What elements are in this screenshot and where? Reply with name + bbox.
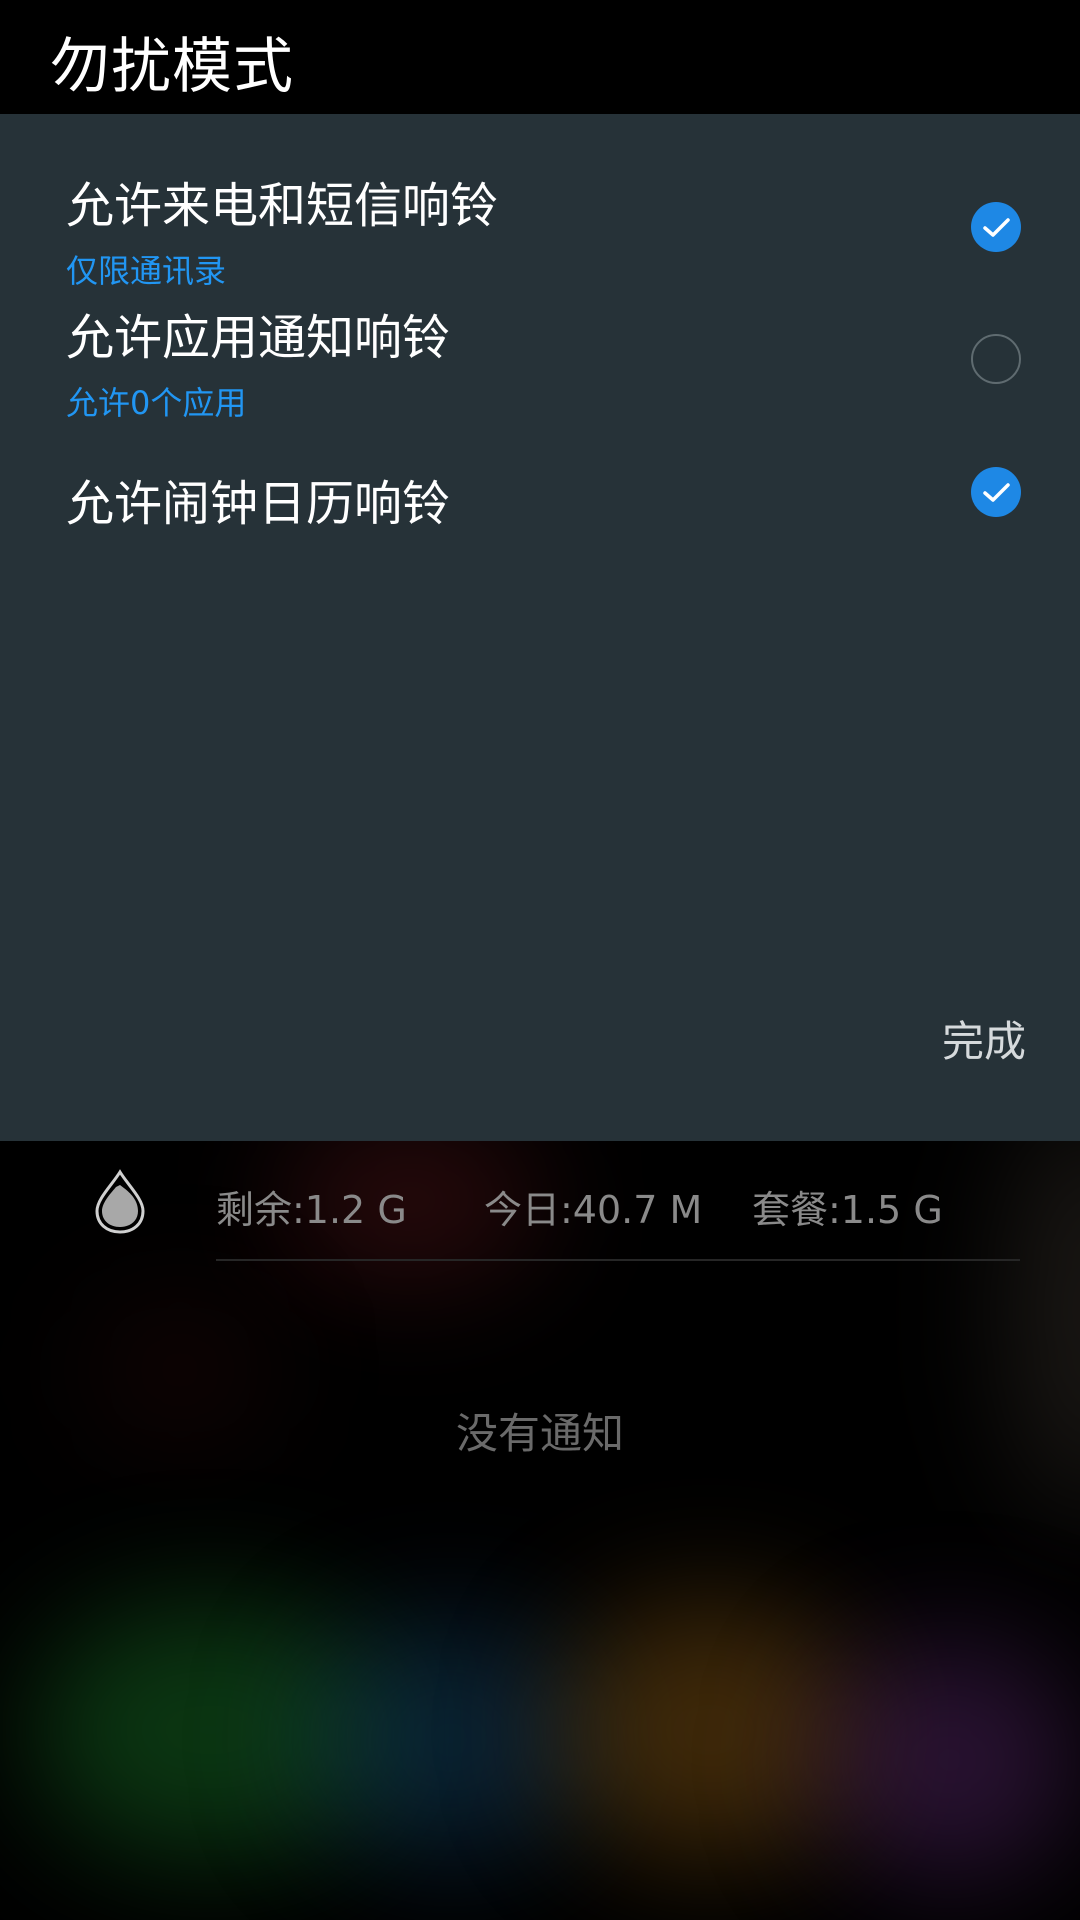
divider <box>216 1259 1020 1261</box>
do-not-disturb-panel: 允许来电和短信响铃 仅限通讯录 允许应用通知响铃 允许0个应用 允许闹钟日历响铃… <box>0 114 1080 1141</box>
no-notifications-text: 没有通知 <box>455 1409 624 1458</box>
background-bokeh <box>310 1620 590 1860</box>
data-remaining: 剩余:1.2 G <box>216 1188 407 1232</box>
title-bar: 勿扰模式 <box>0 0 1080 114</box>
data-plan: 套餐:1.5 G <box>752 1188 943 1232</box>
background-bokeh <box>820 1640 1080 1880</box>
option-app-notifications-subtitle[interactable]: 允许0个应用 <box>66 378 246 424</box>
done-button[interactable]: 完成 <box>942 1008 1026 1069</box>
option-calls-sms-title: 允许来电和短信响铃 <box>66 178 499 234</box>
option-app-notifications-checkbox[interactable] <box>971 334 1021 384</box>
option-calls-sms[interactable]: 允许来电和短信响铃 仅限通讯录 <box>0 114 1080 290</box>
option-alarm-calendar-title: 允许闹钟日历响铃 <box>66 476 451 532</box>
background-bokeh <box>560 1600 860 1860</box>
option-alarm-calendar-checkbox[interactable] <box>971 467 1021 517</box>
water-drop-icon <box>92 1169 148 1239</box>
option-alarm-calendar[interactable]: 允许闹钟日历响铃 <box>0 434 1080 544</box>
checkmark-icon <box>983 483 1010 502</box>
option-app-notifications[interactable]: 允许应用通知响铃 允许0个应用 <box>0 274 1080 422</box>
data-today: 今日:40.7 M <box>484 1188 703 1232</box>
page-title: 勿扰模式 <box>50 32 294 102</box>
option-app-notifications-title: 允许应用通知响铃 <box>66 310 451 366</box>
notification-shade: 勿扰模式 允许来电和短信响铃 仅限通讯录 允许应用通知响铃 允许0个应用 允许闹… <box>0 0 1080 1920</box>
option-calls-sms-checkbox[interactable] <box>971 202 1021 252</box>
data-usage-row[interactable]: 剩余:1.2 G 今日:40.7 M 套餐:1.5 G <box>0 1141 1080 1261</box>
checkmark-icon <box>983 218 1010 237</box>
